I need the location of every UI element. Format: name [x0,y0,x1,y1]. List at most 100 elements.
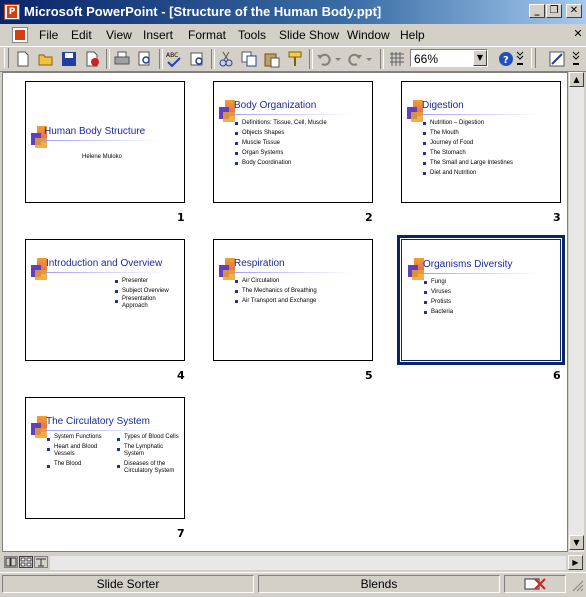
bullet-item: Bacteria [423,307,453,317]
close-button[interactable]: ✕ [566,4,582,18]
print-icon[interactable] [113,50,131,68]
normal-view-icon[interactable] [4,556,18,568]
bullet-item: Objects Shapes [234,128,327,138]
toolbar-separator [309,49,313,69]
chevron-down-icon[interactable]: ▼ [473,50,487,66]
format-painter-icon[interactable] [286,50,304,68]
restore-button[interactable]: ❐ [546,4,562,18]
new-icon[interactable] [14,50,32,68]
document-icon[interactable] [12,27,28,43]
scroll-up-icon[interactable]: ▲ [569,72,584,87]
bullet-item: The Mouth [422,128,513,138]
scroll-down-icon[interactable]: ▼ [569,535,584,550]
menu-slide-show[interactable]: Slide Show [279,28,339,42]
undo-dropdown-icon[interactable] [333,50,343,68]
close-document-icon[interactable]: ✕ [572,28,584,40]
bullet-item: Air Circulation [234,276,317,286]
menu-help[interactable]: Help [400,28,425,42]
bullet-list: Air Circulation The Mechanics of Breathi… [234,276,317,306]
toolbar-grip[interactable] [531,48,536,68]
spelling-status-icon[interactable] [523,577,547,591]
menu-insert[interactable]: Insert [143,28,173,42]
slide-thumbnail-3[interactable]: Digestion Nutrition – Digestion The Mout… [401,81,561,203]
status-design: Blends [258,575,500,593]
menu-view[interactable]: View [106,28,132,42]
paste-icon[interactable] [263,50,281,68]
menu-format[interactable]: Format [188,28,226,42]
menu-window[interactable]: Window [347,28,390,42]
task-pane-icon[interactable] [548,50,566,68]
bullet-item: Viruses [423,287,453,297]
slide-sorter-view-icon[interactable] [19,556,33,568]
slide-number: 1 [177,211,185,224]
permission-icon[interactable] [83,50,101,68]
bullet-item: Subject Overview [114,286,176,296]
undo-icon[interactable] [315,50,333,68]
toolbar-options-icon[interactable] [572,48,580,70]
toolbar-separator [106,49,110,69]
spelling-icon[interactable]: ABC [165,50,183,68]
bullet-item: Diet and Nutrition [422,168,513,178]
bullet-item: The Small and Large Intestines [422,158,513,168]
slide-title: Organisms Diversity [423,259,513,270]
toolbar-separator [159,49,163,69]
window-title: Microsoft PowerPoint - [Structure of the… [24,4,382,19]
slide-number: 2 [365,211,373,224]
menu-tools[interactable]: Tools [238,28,266,42]
status-spelling-panel [504,575,566,593]
bullet-item: The Blood [46,461,110,468]
bullet-list: Definitions: Tissue, Cell, Muscle Object… [234,118,327,168]
bullet-item: Heart and Blood Vessels [46,444,110,458]
cut-icon[interactable] [217,50,235,68]
bullet-item: Presentation Approach [114,296,176,310]
research-icon[interactable] [188,50,206,68]
toolbar-grip[interactable] [4,48,9,68]
scroll-right-icon[interactable]: ▶ [568,555,583,570]
bullet-list: Nutrition – Digestion The Mouth Journey … [422,118,513,178]
slide-sorter-pane[interactable]: Human Body Structure Helene Muloko 1 Bod… [2,72,568,552]
copy-icon[interactable] [240,50,258,68]
help-icon[interactable]: ? [497,50,515,68]
menu-edit[interactable]: Edit [71,28,92,42]
bullet-list: Presenter Subject Overview Presentation … [114,276,176,313]
status-view: Slide Sorter [2,575,254,593]
slide-title: Digestion [422,100,464,111]
bullet-item: Fungi [423,277,453,287]
bullet-item: Air Transport and Exchange [234,296,317,306]
bullet-item: Types of Blood Cells [116,434,180,441]
redo-icon[interactable] [346,50,364,68]
minimize-button[interactable]: _ [529,4,545,18]
title-underline [46,272,166,273]
bullet-item: Muscle Tissue [234,138,327,148]
menu-file[interactable]: File [39,28,58,42]
slide-show-view-icon[interactable] [34,556,48,568]
zoom-value: 66% [414,52,439,66]
resize-grip-icon[interactable] [570,578,584,592]
slide-thumbnail-2[interactable]: Body Organization Definitions: Tissue, C… [213,81,373,203]
open-icon[interactable] [37,50,55,68]
redo-dropdown-icon[interactable] [364,50,374,68]
horizontal-scrollbar[interactable] [50,556,566,570]
bullet-list: Fungi Viruses Protists Bacteria [423,277,453,317]
title-underline [44,140,164,141]
print-preview-icon[interactable] [136,50,154,68]
slide-number: 4 [177,369,185,382]
toolbar-separator [211,49,215,69]
slide-thumbnail-6[interactable]: Organisms Diversity Fungi Viruses Protis… [397,235,565,365]
vertical-scrollbar[interactable]: ▲ ▼ [568,72,584,552]
save-icon[interactable] [60,50,78,68]
slide-thumbnail-4[interactable]: Introduction and Overview Presenter Subj… [25,239,185,361]
toolbar-separator [380,49,384,69]
title-underline [46,430,166,431]
slide-thumbnail-7[interactable]: The Circulatory System System Functions … [25,397,185,519]
bullet-item: The Lymphatic System [116,444,180,458]
bullet-item: Nutrition – Digestion [422,118,513,128]
slide-thumbnail-5[interactable]: Respiration Air Circulation The Mechanic… [213,239,373,361]
show-grid-icon[interactable] [388,50,406,68]
slide-thumbnail-1[interactable]: Human Body Structure Helene Muloko [25,81,185,203]
bullet-item: The Mechanics of Breathing [234,286,317,296]
zoom-dropdown[interactable]: 66% ▼ [410,49,488,67]
powerpoint-app-icon[interactable]: P [4,4,20,20]
toolbar-options-icon[interactable] [516,48,524,70]
slide-subtitle: Helene Muloko [82,154,123,160]
